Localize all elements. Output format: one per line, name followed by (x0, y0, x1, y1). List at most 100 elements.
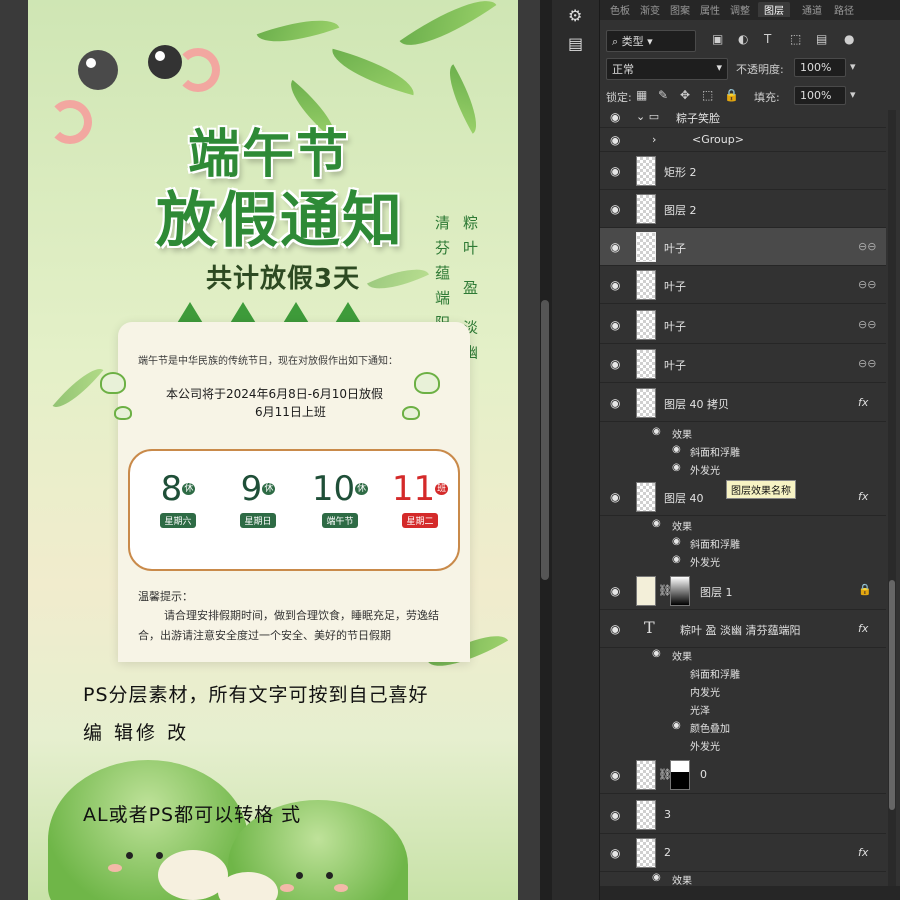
link-icon[interactable]: ⊖⊖ (858, 357, 876, 370)
tab-channels[interactable]: 通道 (802, 2, 822, 17)
visibility-eye-icon[interactable]: ◉ (672, 462, 681, 473)
blend-mode-select[interactable]: 正常 ▾ (606, 58, 728, 80)
fx-icon[interactable]: fx (858, 846, 868, 859)
tab-properties[interactable]: 属性 (700, 2, 720, 17)
layer-mask-thumbnail[interactable] (670, 760, 690, 790)
effect-row[interactable]: 内发光 (600, 682, 886, 700)
promo-text-line2: 编 辑修 改 (83, 722, 190, 744)
visibility-eye-icon[interactable]: ◉ (610, 768, 620, 782)
lock-move-icon[interactable]: ✥ (680, 88, 690, 102)
visibility-eye-icon[interactable]: ◉ (610, 164, 620, 178)
layer-row-group[interactable]: ◉ ⌄ ▭ 粽子笑脸 (600, 106, 886, 128)
layer-row-selected[interactable]: ◉ 叶子 ⊖⊖ (600, 228, 886, 266)
layer-row[interactable]: ◉ 图层 2 (600, 190, 886, 228)
layers-scroll-thumb[interactable] (889, 580, 895, 810)
fx-icon[interactable]: fx (858, 396, 868, 409)
layer-row-text[interactable]: ◉ T 粽叶 盈 淡幽 清芬蕴端阳 fx (600, 610, 886, 648)
canvas-scrollbar[interactable] (541, 300, 549, 580)
layer-name: 叶子 (664, 280, 686, 293)
visibility-eye-icon[interactable]: ◉ (672, 720, 681, 731)
effects-row[interactable]: ◉ 效果 (600, 516, 886, 534)
visibility-eye-icon[interactable]: ◉ (672, 554, 681, 565)
chevron-right-icon[interactable]: › (652, 133, 656, 146)
filter-smart-icon[interactable]: ▤ (816, 32, 827, 46)
visibility-eye-icon[interactable]: ◉ (610, 490, 620, 504)
layer-row[interactable]: ◉ 矩形 2 (600, 152, 886, 190)
visibility-eye-icon[interactable]: ◉ (610, 202, 620, 216)
effects-row[interactable]: ◉ 效果 (600, 424, 886, 442)
effect-row[interactable]: ◉ 斜面和浮雕 (600, 442, 886, 460)
layer-row[interactable]: ◉ 图层 40 拷贝 fx (600, 384, 886, 422)
tab-adjustments[interactable]: 调整 (730, 2, 750, 17)
lock-transparent-icon[interactable]: ▦ (636, 88, 647, 102)
visibility-eye-icon[interactable]: ◉ (652, 872, 661, 883)
layer-row[interactable]: ◉ ⛓ 0 (600, 756, 886, 794)
visibility-eye-icon[interactable]: ◉ (652, 648, 661, 659)
visibility-eye-icon[interactable]: ◉ (610, 396, 620, 410)
tab-swatches[interactable]: 色板 (610, 2, 630, 17)
filter-text-icon[interactable]: T (764, 32, 771, 46)
effect-row[interactable]: ◉ 外发光 (600, 552, 886, 570)
fill-dropdown-icon[interactable]: ▾ (850, 88, 856, 101)
layer-thumbnail (636, 760, 656, 790)
effect-row[interactable]: ◉ 颜色叠加 (600, 718, 886, 736)
visibility-eye-icon[interactable]: ◉ (610, 357, 620, 371)
effect-row[interactable]: ◉ 外发光 (600, 460, 886, 478)
swatch-icon[interactable]: ⚙ (568, 6, 582, 25)
tab-patterns[interactable]: 图案 (670, 2, 690, 17)
visibility-eye-icon[interactable]: ◉ (610, 584, 620, 598)
layer-row[interactable]: ◉ 叶子 ⊖⊖ (600, 266, 886, 304)
effect-row[interactable]: 斜面和浮雕 (600, 664, 886, 682)
layer-filter-select[interactable]: ⌕ 类型 ▾ (606, 30, 696, 52)
tab-gradients[interactable]: 渐变 (640, 2, 660, 17)
opacity-dropdown-icon[interactable]: ▾ (850, 60, 856, 73)
visibility-eye-icon[interactable]: ◉ (652, 426, 661, 437)
visibility-eye-icon[interactable]: ◉ (610, 622, 620, 636)
visibility-eye-icon[interactable]: ◉ (610, 133, 620, 147)
opacity-input[interactable]: 100% (794, 58, 846, 77)
document-canvas[interactable]: 端午节 放假通知 共计放假3天 粽叶 盈 淡幽 清芬蕴端阳 端午节是中华民族的传… (0, 0, 540, 900)
layer-row-subgroup[interactable]: ◉ › <Group> (600, 128, 886, 152)
link-icon[interactable]: ⊖⊖ (858, 278, 876, 291)
layer-row[interactable]: ◉ 叶子 ⊖⊖ (600, 345, 886, 383)
lock-all-icon[interactable]: 🔒 (724, 88, 739, 102)
filter-adjust-icon[interactable]: ◐ (738, 32, 748, 46)
effects-label: 效果 (672, 430, 692, 441)
tab-layers[interactable]: 图层 (758, 2, 790, 17)
layer-thumbnail (636, 576, 656, 606)
calendar-weekday: 端午节 (322, 513, 358, 528)
visibility-eye-icon[interactable]: ◉ (652, 518, 661, 529)
effect-row[interactable]: 光泽 (600, 700, 886, 718)
visibility-eye-icon[interactable]: ◉ (610, 240, 620, 254)
visibility-eye-icon[interactable]: ◉ (610, 278, 620, 292)
layer-thumbnail (636, 349, 656, 379)
link-icon[interactable]: ⊖⊖ (858, 240, 876, 253)
filter-toggle-icon[interactable]: ● (844, 32, 854, 46)
filter-shape-icon[interactable]: ⬚ (790, 32, 801, 46)
effect-row[interactable]: ◉ 斜面和浮雕 (600, 534, 886, 552)
comment-icon[interactable]: ▤ (568, 34, 583, 53)
effects-row[interactable]: ◉ 效果 (600, 646, 886, 664)
effect-row[interactable]: 外发光 (600, 736, 886, 754)
effect-name: 光泽 (690, 706, 710, 717)
visibility-eye-icon[interactable]: ◉ (672, 536, 681, 547)
fx-icon[interactable]: fx (858, 490, 868, 503)
link-icon[interactable]: ⊖⊖ (858, 318, 876, 331)
layer-row[interactable]: ◉ 3 (600, 796, 886, 834)
layer-row[interactable]: ◉ 2 fx (600, 834, 886, 872)
visibility-eye-icon[interactable]: ◉ (610, 846, 620, 860)
visibility-eye-icon[interactable]: ◉ (610, 318, 620, 332)
layer-mask-thumbnail[interactable] (670, 576, 690, 606)
visibility-eye-icon[interactable]: ◉ (610, 808, 620, 822)
lock-artboard-icon[interactable]: ⬚ (702, 88, 713, 102)
filter-pixel-icon[interactable]: ▣ (712, 32, 723, 46)
layer-row[interactable]: ◉ ⛓ 图层 1 🔒 (600, 572, 886, 610)
effect-name: 斜面和浮雕 (690, 670, 740, 681)
fx-icon[interactable]: fx (858, 622, 868, 635)
visibility-eye-icon[interactable]: ◉ (672, 444, 681, 455)
tab-paths[interactable]: 路径 (834, 2, 854, 17)
visibility-eye-icon[interactable]: ◉ (610, 110, 620, 124)
layer-row[interactable]: ◉ 叶子 ⊖⊖ (600, 306, 886, 344)
fill-input[interactable]: 100% (794, 86, 846, 105)
lock-paint-icon[interactable]: ✎ (658, 88, 668, 102)
